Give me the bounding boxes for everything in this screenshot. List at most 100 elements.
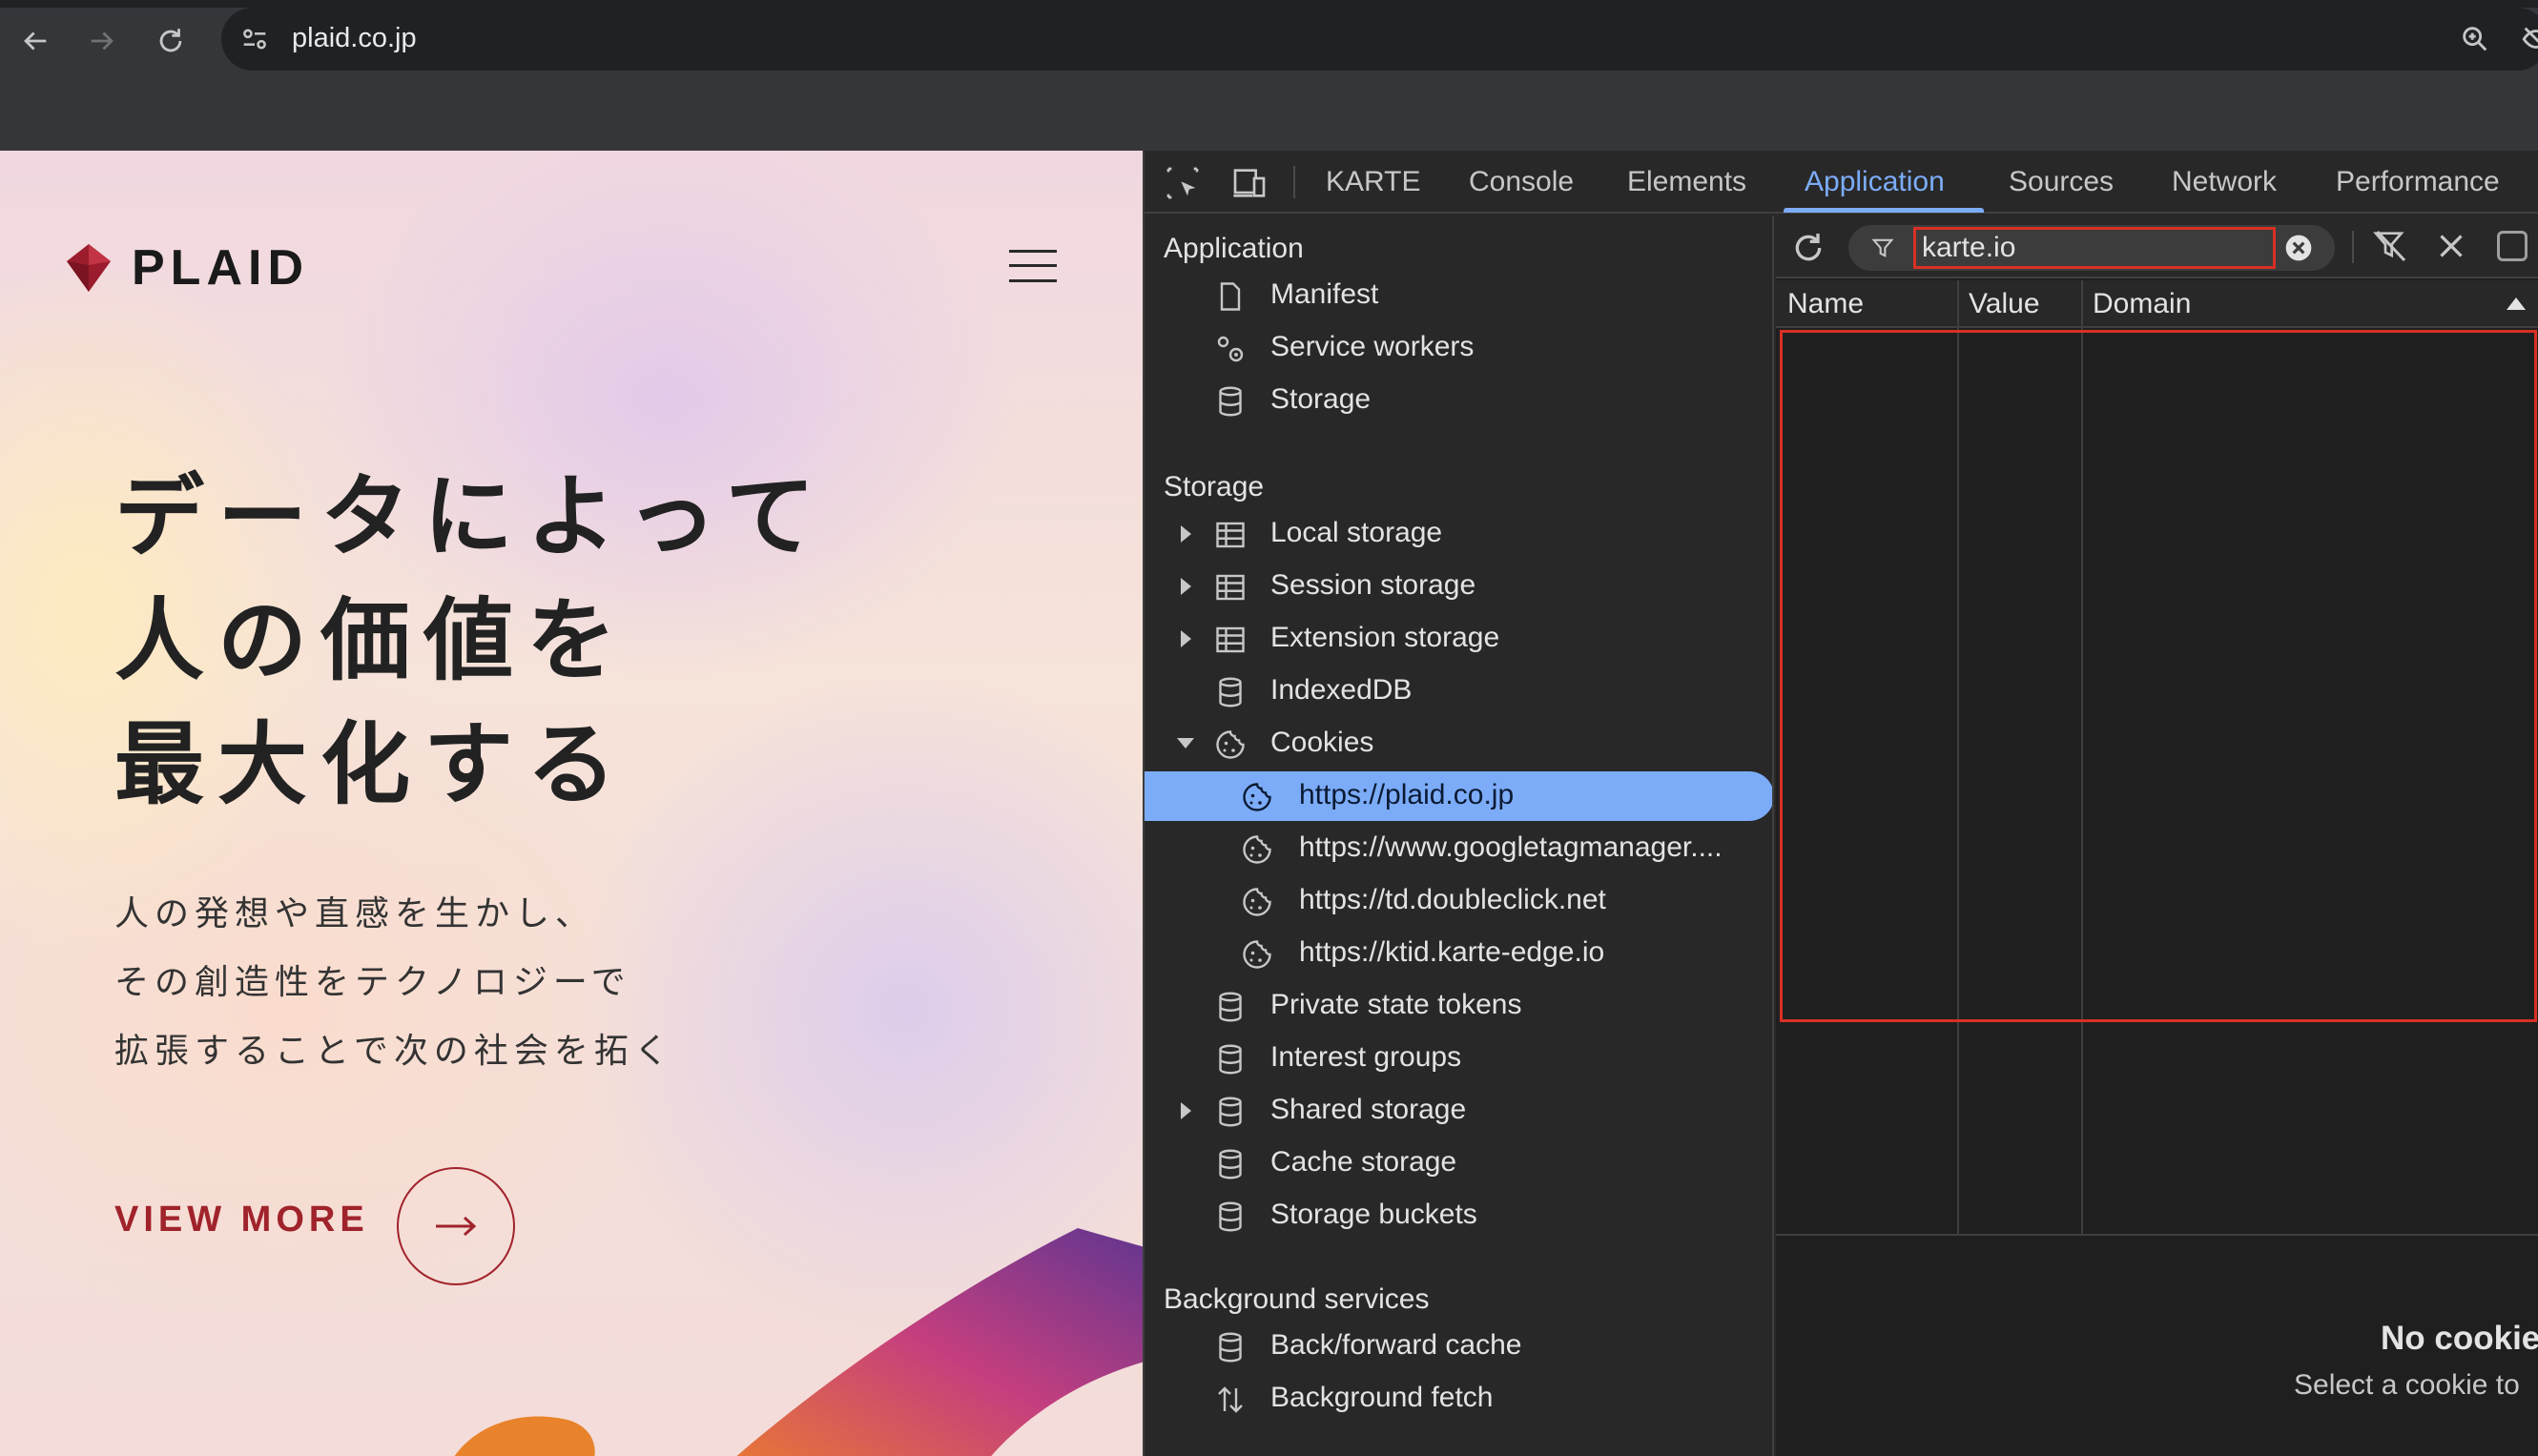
column-header-name[interactable]: Name bbox=[1787, 288, 1864, 320]
sidebar-item-label: IndexedDB bbox=[1270, 674, 1413, 706]
clear-all-icon[interactable] bbox=[2434, 229, 2468, 263]
tab-karte[interactable]: KARTE bbox=[1326, 166, 1420, 198]
browser-toolbar: plaid.co.jp bbox=[0, 0, 2538, 151]
tab-performance[interactable]: Performance bbox=[2336, 166, 2500, 198]
table-icon bbox=[1216, 626, 1245, 653]
hero-subtext: 人の発想や直感を生かし、 その創造性をテクノロジーで 拡張することで次の社会を拓… bbox=[114, 880, 674, 1086]
tab-network[interactable]: Network bbox=[2172, 166, 2277, 198]
cookie-origin-karte-edge[interactable]: https://ktid.karte-edge.io bbox=[1145, 929, 1772, 978]
url-text[interactable]: plaid.co.jp bbox=[292, 23, 417, 54]
sidebar-item-back-forward-cache[interactable]: Back/forward cache bbox=[1145, 1322, 1772, 1371]
sidebar-item-extension-storage[interactable]: Extension storage bbox=[1145, 614, 1772, 664]
subtext-line: その創造性をテクノロジーで bbox=[114, 963, 631, 1002]
devtools-panel: KARTE Console Elements Application Sourc… bbox=[1143, 151, 2538, 1456]
database-icon bbox=[1219, 1332, 1242, 1363]
tab-application[interactable]: Application bbox=[1805, 166, 1945, 198]
sidebar-item-label: Extension storage bbox=[1270, 622, 1500, 653]
sidebar-item-label: Service workers bbox=[1270, 331, 1475, 362]
forward-button[interactable] bbox=[80, 19, 124, 63]
application-sidebar: Application Manifest Service workers Sto… bbox=[1145, 215, 1774, 1456]
arrow-left-icon bbox=[24, 31, 47, 51]
sidebar-item-storage-overview[interactable]: Storage bbox=[1145, 376, 1772, 425]
table-preview-splitter[interactable] bbox=[1776, 1234, 2538, 1236]
clear-filter-icon[interactable] bbox=[2283, 233, 2314, 263]
expand-arrow-icon[interactable] bbox=[1181, 525, 1191, 543]
sidebar-item-label: Session storage bbox=[1270, 569, 1476, 601]
expand-arrow-icon[interactable] bbox=[1181, 578, 1191, 595]
sidebar-item-shared-storage[interactable]: Shared storage bbox=[1145, 1086, 1772, 1136]
cookie-icon bbox=[1243, 888, 1271, 916]
section-storage[interactable]: Storage bbox=[1164, 471, 1264, 503]
cookie-origin-doubleclick[interactable]: https://td.doubleclick.net bbox=[1145, 876, 1772, 926]
hamburger-line bbox=[1009, 264, 1057, 267]
expand-arrow-icon[interactable] bbox=[1181, 1102, 1191, 1119]
column-header-value[interactable]: Value bbox=[1969, 288, 2040, 320]
cookie-origin-plaid[interactable]: https://plaid.co.jp bbox=[1145, 771, 1772, 821]
database-icon bbox=[1219, 1044, 1242, 1075]
show-issues-checkbox[interactable] bbox=[2497, 231, 2528, 261]
table-icon bbox=[1216, 574, 1245, 601]
device-toolbar-icon[interactable] bbox=[1230, 164, 1269, 202]
sidebar-item-label: Background fetch bbox=[1270, 1382, 1494, 1413]
reload-button[interactable] bbox=[149, 19, 193, 63]
database-icon bbox=[1219, 386, 1242, 417]
inspect-element-icon[interactable] bbox=[1164, 164, 1202, 202]
sidebar-item-session-storage[interactable]: Session storage bbox=[1145, 562, 1772, 611]
sidebar-item-interest-groups[interactable]: Interest groups bbox=[1145, 1034, 1772, 1083]
sidebar-item-label: Back/forward cache bbox=[1270, 1329, 1522, 1361]
sidebar-item-storage-buckets[interactable]: Storage buckets bbox=[1145, 1191, 1772, 1241]
hamburger-line bbox=[1009, 250, 1057, 253]
website-viewport: PLAID データによって 人の価値を 最大化する 人の発想や直感を生かし、 そ… bbox=[0, 151, 1143, 1456]
sidebar-item-label: Shared storage bbox=[1270, 1094, 1467, 1125]
arrow-right-icon bbox=[91, 31, 113, 51]
column-header-domain[interactable]: Domain bbox=[2093, 288, 2191, 320]
hero-heading: データによって 人の価値を 最大化する bbox=[114, 456, 828, 828]
reload-icon bbox=[159, 29, 182, 52]
sidebar-item-cache-storage[interactable]: Cache storage bbox=[1145, 1138, 1772, 1188]
sidebar-item-manifest[interactable]: Manifest bbox=[1145, 271, 1772, 320]
sidebar-item-service-workers[interactable]: Service workers bbox=[1145, 323, 1772, 373]
tab-console[interactable]: Console bbox=[1469, 166, 1574, 198]
hamburger-line bbox=[1009, 279, 1057, 282]
tab-sources[interactable]: Sources bbox=[2009, 166, 2114, 198]
menu-button[interactable] bbox=[1009, 248, 1057, 284]
sidebar-item-label: Cache storage bbox=[1270, 1146, 1457, 1178]
expand-arrow-icon[interactable] bbox=[1181, 630, 1191, 647]
clear-filtered-cookies-icon[interactable] bbox=[2371, 227, 2409, 265]
decorative-brush-stroke bbox=[454, 1228, 1143, 1456]
zoom-icon[interactable] bbox=[2459, 23, 2491, 55]
refresh-icon[interactable] bbox=[1789, 229, 1827, 267]
cookies-pane: Name Value Domain No cookie Select a coo… bbox=[1776, 215, 2538, 1456]
sidebar-item-private-state-tokens[interactable]: Private state tokens bbox=[1145, 981, 1772, 1031]
address-bar[interactable]: plaid.co.jp bbox=[221, 8, 2538, 71]
up-down-arrows-icon bbox=[1218, 1386, 1243, 1413]
toolbar-divider bbox=[1293, 166, 1295, 198]
back-button[interactable] bbox=[13, 19, 57, 63]
gears-icon bbox=[1217, 336, 1244, 362]
filter-box[interactable] bbox=[1848, 225, 2335, 271]
view-more-link[interactable]: VIEW MORE bbox=[114, 1200, 369, 1241]
cookie-icon bbox=[1243, 835, 1271, 864]
sidebar-item-cookies[interactable]: Cookies bbox=[1145, 719, 1772, 769]
plaid-logo[interactable]: PLAID bbox=[63, 239, 309, 297]
empty-state-title: No cookie bbox=[2381, 1320, 2538, 1357]
sort-ascending-icon[interactable] bbox=[2507, 297, 2526, 310]
sidebar-item-label: Storage buckets bbox=[1270, 1199, 1477, 1230]
sidebar-item-background-fetch[interactable]: Background fetch bbox=[1145, 1374, 1772, 1424]
collapse-arrow-icon[interactable] bbox=[1177, 738, 1194, 749]
cookie-origin-googletagmanager[interactable]: https://www.googletagmanager.... bbox=[1145, 824, 1772, 873]
section-application[interactable]: Application bbox=[1164, 233, 1304, 265]
database-icon bbox=[1219, 677, 1242, 707]
eye-off-icon[interactable] bbox=[2520, 23, 2538, 55]
filter-input[interactable] bbox=[1913, 227, 2276, 269]
sidebar-item-indexeddb[interactable]: IndexedDB bbox=[1145, 666, 1772, 716]
window-top-strip bbox=[0, 0, 2538, 8]
tab-elements[interactable]: Elements bbox=[1627, 166, 1746, 198]
sidebar-item-local-storage[interactable]: Local storage bbox=[1145, 509, 1772, 559]
cookie-icon bbox=[1216, 730, 1245, 759]
section-background-services[interactable]: Background services bbox=[1164, 1283, 1429, 1316]
sidebar-item-label: Private state tokens bbox=[1270, 989, 1522, 1020]
site-settings-icon[interactable] bbox=[238, 23, 271, 55]
cookies-toolbar bbox=[1776, 215, 2538, 278]
database-icon bbox=[1219, 1201, 1242, 1232]
